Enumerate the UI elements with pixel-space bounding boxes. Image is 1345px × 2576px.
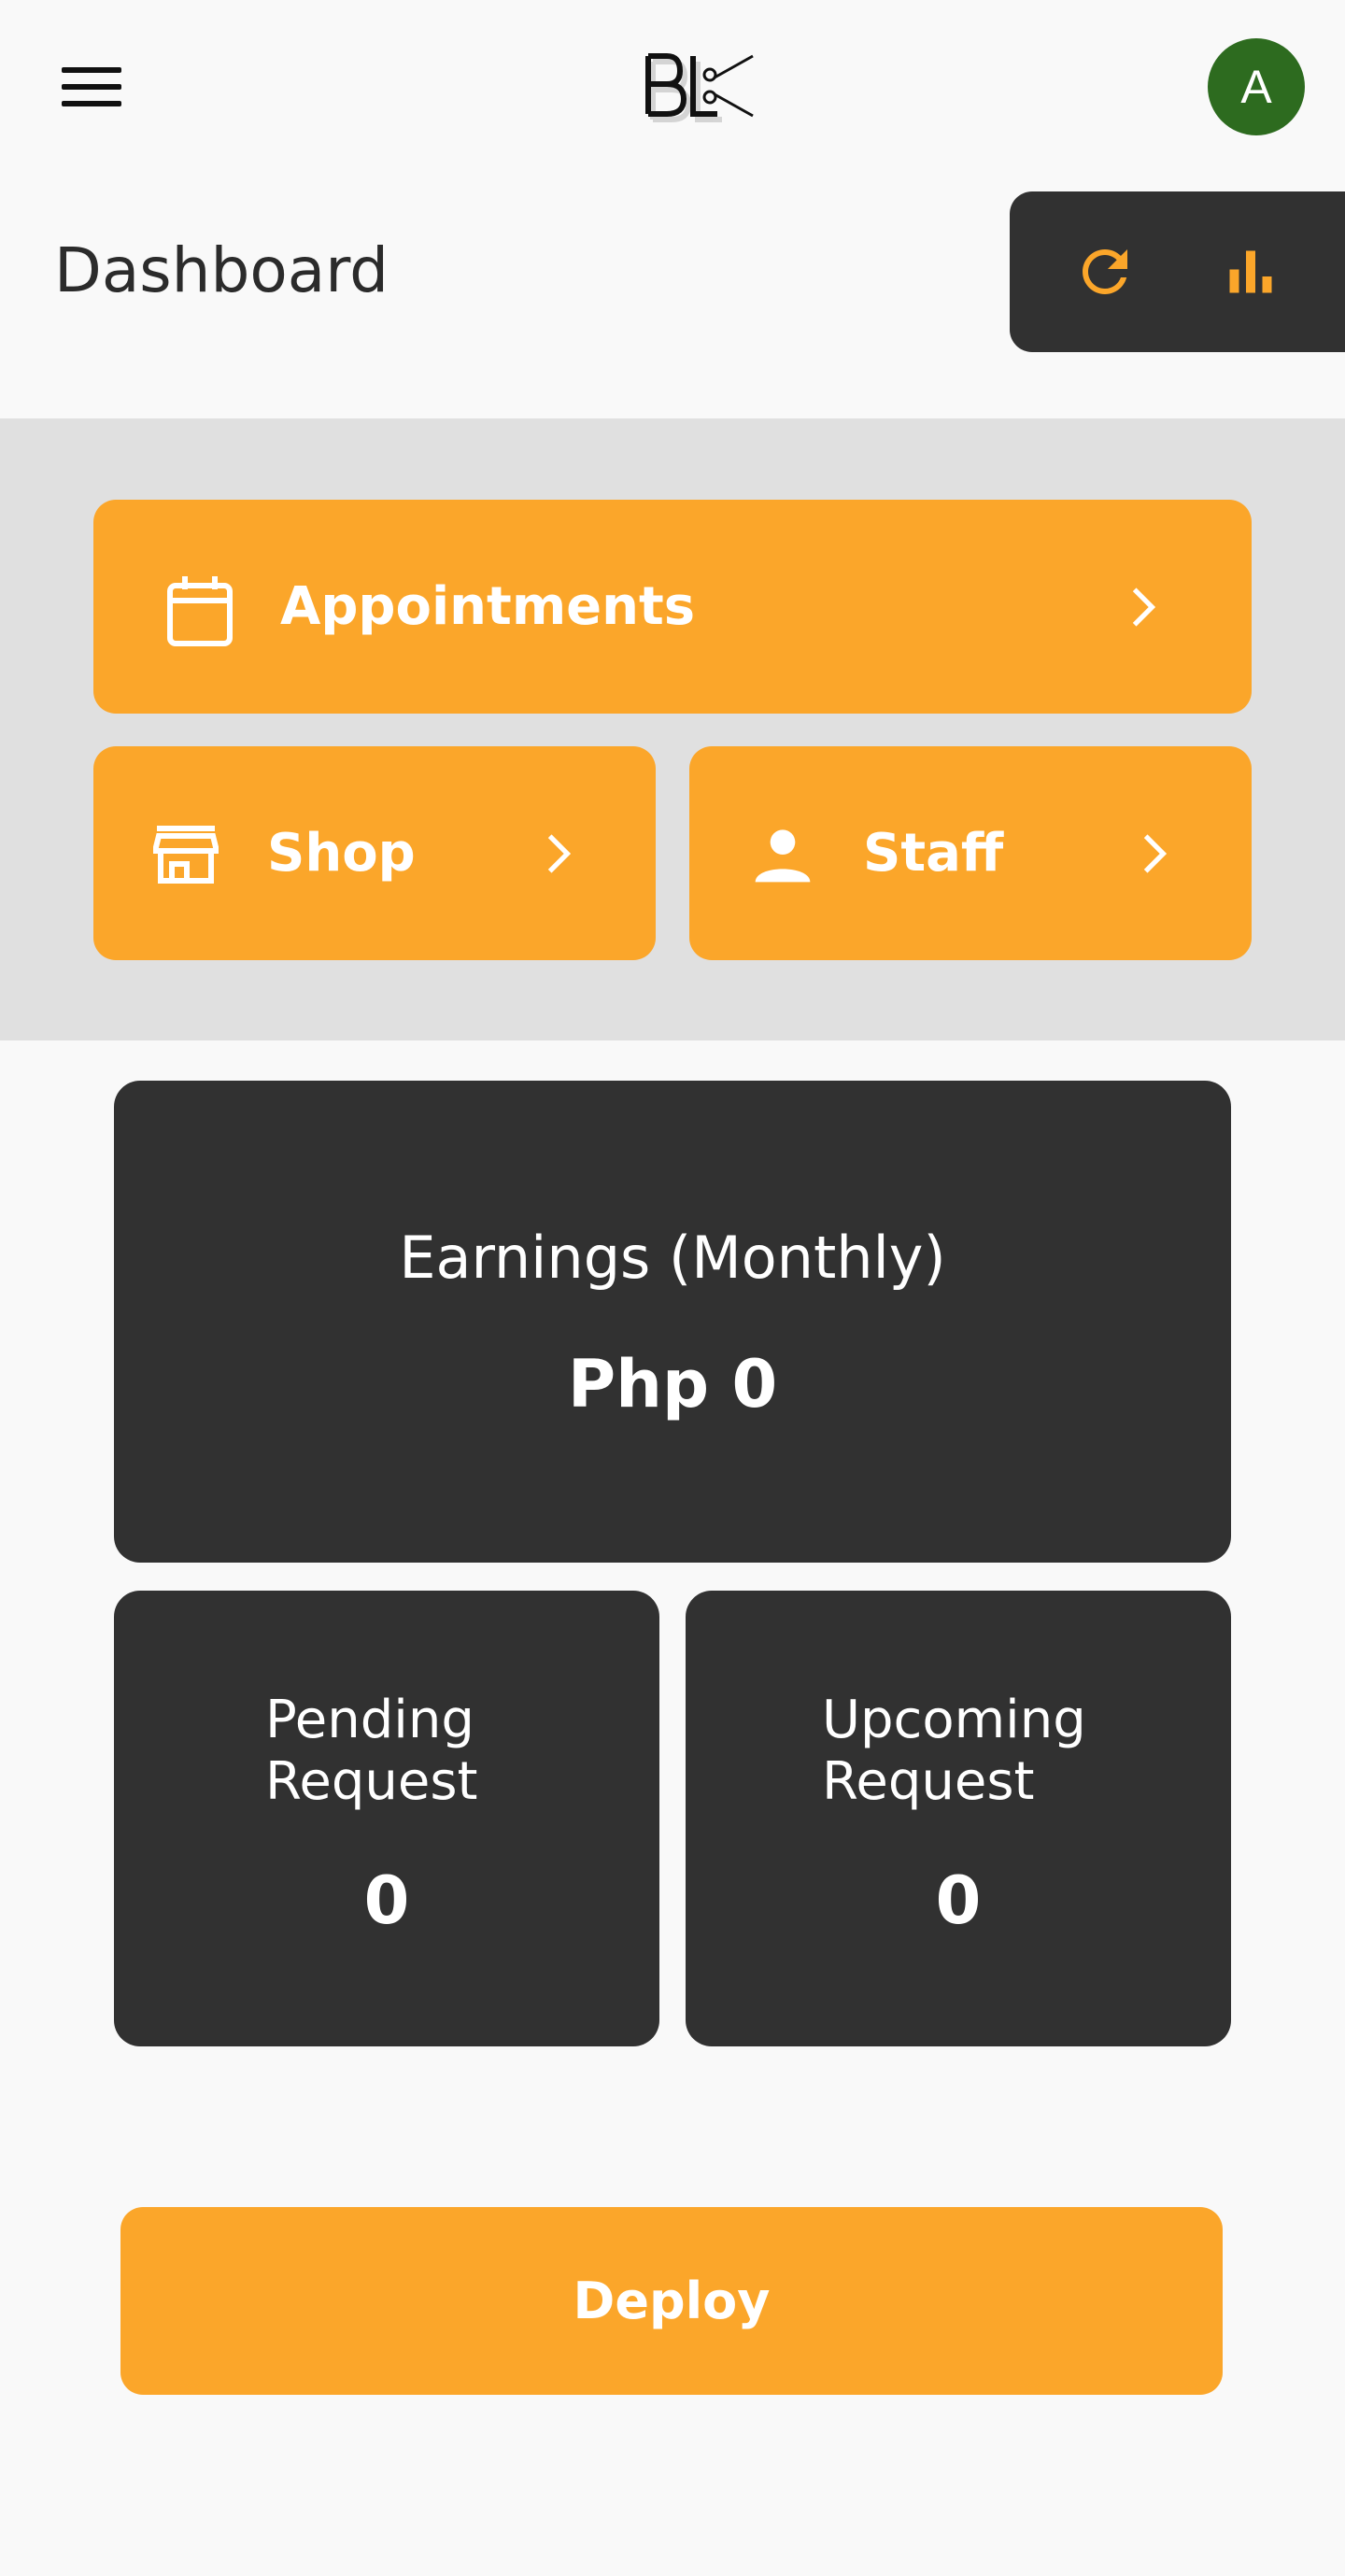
refresh-icon [1083, 249, 1127, 294]
refresh-button[interactable] [1058, 225, 1152, 318]
dashboard-page: A Dashboard Appointments Shop Staff Earn… [0, 0, 1345, 2576]
staff-button[interactable]: Staff [689, 746, 1252, 960]
pending-request-label: Pending Request [114, 1690, 659, 1813]
calendar-icon [167, 576, 233, 646]
upcoming-label-line1: Upcoming [822, 1690, 1086, 1750]
upcoming-request-label: Upcoming Request [686, 1690, 1231, 1813]
pending-request-value: 0 [363, 1862, 410, 1939]
chevron-right-icon [1132, 587, 1156, 627]
pending-label-line2: Request [265, 1751, 478, 1812]
appointments-label: Appointments [280, 576, 696, 637]
action-toolbar [1010, 191, 1345, 352]
top-app-bar: A [0, 0, 1345, 177]
app-logo [645, 53, 754, 122]
earnings-label: Earnings (Monthly) [399, 1224, 946, 1292]
menu-button[interactable] [47, 52, 136, 123]
shop-label: Shop [267, 823, 416, 884]
earnings-value: Php 0 [567, 1346, 778, 1422]
store-icon [153, 826, 219, 884]
hamburger-icon [62, 67, 121, 73]
chevron-right-icon [547, 834, 572, 873]
pending-request-card: Pending Request 0 [114, 1591, 659, 2046]
shop-button[interactable]: Shop [93, 746, 656, 960]
upcoming-label-line2: Request [822, 1751, 1035, 1812]
bar-chart-icon [1229, 250, 1272, 293]
pending-label-line1: Pending [265, 1690, 474, 1750]
person-icon [755, 829, 811, 883]
earnings-card: Earnings (Monthly) Php 0 [114, 1081, 1231, 1563]
staff-label: Staff [863, 823, 1004, 884]
page-title: Dashboard [54, 234, 389, 306]
deploy-button[interactable]: Deploy [120, 2207, 1223, 2395]
statistics-button[interactable] [1204, 225, 1297, 318]
appointments-button[interactable]: Appointments [93, 500, 1252, 714]
user-avatar[interactable]: A [1208, 38, 1305, 135]
upcoming-request-card: Upcoming Request 0 [686, 1591, 1231, 2046]
quick-nav-section: Appointments Shop Staff [0, 418, 1345, 1040]
upcoming-request-value: 0 [935, 1862, 982, 1939]
chevron-right-icon [1143, 834, 1168, 873]
